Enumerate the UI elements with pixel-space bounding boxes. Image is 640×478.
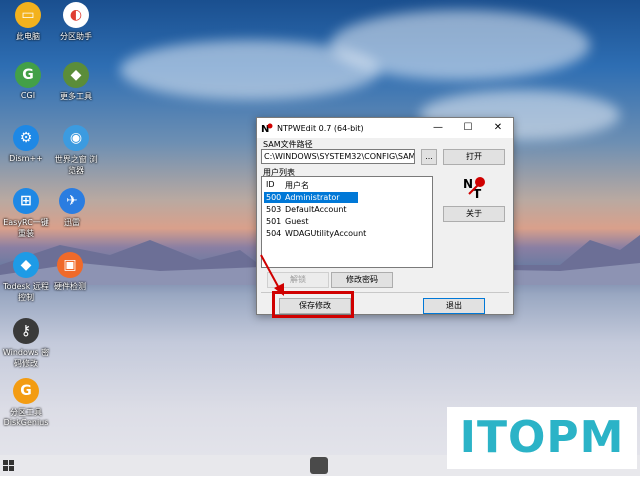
app-icon: G [13, 378, 39, 404]
about-button[interactable]: 关于 [443, 206, 505, 222]
desktop-icon[interactable]: ◐ 分区助手 [52, 2, 100, 42]
desktop-icon[interactable]: ⚷ Windows 密码修改 [2, 318, 50, 369]
user-list-row[interactable]: 504 WDAGUtilityAccount [264, 228, 366, 239]
desktop-icon[interactable]: ◆ 更多工具 [52, 62, 100, 102]
app-icon: ⚙ [13, 125, 39, 151]
user-id: 503 [266, 205, 282, 214]
change-password-button[interactable]: 修改密码 [331, 272, 393, 288]
ntpwedit-app-icon: N T [463, 177, 485, 199]
desktop-icon-label: CGI [20, 91, 36, 100]
desktop-icon-label: 硬件检测 [54, 282, 86, 291]
user-name: Administrator [285, 193, 340, 202]
desktop-icon[interactable]: G CGI [4, 62, 52, 100]
desktop-icon-label: 分区工具 DiskGenius [3, 408, 49, 427]
desktop-icon[interactable]: ▣ 硬件检测 [46, 252, 94, 292]
app-icon: ⚷ [13, 318, 39, 344]
desktop-icon-label: 迅雷 [64, 218, 80, 227]
svg-text:N: N [463, 177, 473, 191]
open-button[interactable]: 打开 [443, 149, 505, 165]
user-name: WDAGUtilityAccount [285, 229, 367, 238]
itopm-watermark: ITOPM [447, 407, 637, 469]
column-header-username: 用户名 [285, 181, 309, 190]
desktop-icon[interactable]: ◉ 世界之窗 浏览器 [52, 125, 100, 176]
desktop-icon-label: 分区助手 [60, 32, 92, 41]
user-id: 501 [266, 217, 282, 226]
window-title: NTPWEdit 0.7 (64-bit) [277, 123, 364, 133]
desktop-icon[interactable]: ⚙ Dism++ [2, 125, 50, 163]
app-icon: ◉ [63, 125, 89, 151]
title-bar[interactable]: N NTPWEdit 0.7 (64-bit) — ☐ ✕ [257, 118, 513, 138]
desktop-icon-label: Dism++ [9, 154, 43, 163]
desktop-icon-label: 此电脑 [16, 32, 40, 41]
close-button[interactable]: ✕ [483, 118, 513, 138]
desktop-icon[interactable]: ✈ 迅雷 [48, 188, 96, 228]
app-icon: ⊞ [13, 188, 39, 214]
app-icon: ✈ [59, 188, 85, 214]
app-icon: G [15, 62, 41, 88]
desktop-icon-label: 更多工具 [60, 92, 92, 101]
desktop-icon-label: Windows 密码修改 [2, 348, 50, 368]
column-header-id: ID [266, 180, 275, 189]
desktop-icon-label: EasyRC一键重装 [3, 218, 49, 238]
minimize-button[interactable]: — [423, 118, 453, 138]
wallpaper-cloud [330, 10, 590, 80]
app-icon: ◆ [13, 252, 39, 278]
app-icon: ▣ [57, 252, 83, 278]
desktop-icon[interactable]: ▭ 此电脑 [4, 2, 52, 42]
desktop-icon-label: 世界之窗 浏览器 [54, 155, 98, 175]
user-list-row[interactable]: 503 DefaultAccount [264, 204, 358, 215]
maximize-button[interactable]: ☐ [453, 118, 483, 138]
desktop-icon-label: Todesk 远程控制 [3, 282, 49, 302]
user-name: Guest [285, 217, 309, 226]
desktop-icon[interactable]: G 分区工具 DiskGenius [2, 378, 50, 427]
app-icon: ◐ [63, 2, 89, 28]
user-name: DefaultAccount [285, 205, 347, 214]
desktop-icon[interactable]: ◆ Todesk 远程控制 [2, 252, 50, 303]
annotation-arrow-icon [260, 254, 284, 296]
taskbar-app-ntpwedit[interactable] [310, 457, 328, 474]
exit-button[interactable]: 退出 [423, 298, 485, 314]
user-id: 500 [266, 193, 282, 202]
app-icon: ▭ [15, 2, 41, 28]
user-list-row[interactable]: 500 Administrator [264, 192, 358, 203]
sam-path-input[interactable]: C:\WINDOWS\SYSTEM32\CONFIG\SAM [261, 149, 415, 164]
windows-logo-icon [3, 460, 14, 471]
browse-button[interactable]: ... [421, 149, 437, 165]
ntpwedit-window: N NTPWEdit 0.7 (64-bit) — ☐ ✕ SAM文件路径 C:… [256, 117, 514, 315]
ntpwedit-logo-icon: N [261, 123, 273, 134]
user-list-row[interactable]: 501 Guest [264, 216, 358, 227]
app-icon: ◆ [63, 62, 89, 88]
desktop-icon[interactable]: ⊞ EasyRC一键重装 [2, 188, 50, 239]
start-button[interactable] [0, 455, 18, 476]
user-id: 504 [266, 229, 282, 238]
